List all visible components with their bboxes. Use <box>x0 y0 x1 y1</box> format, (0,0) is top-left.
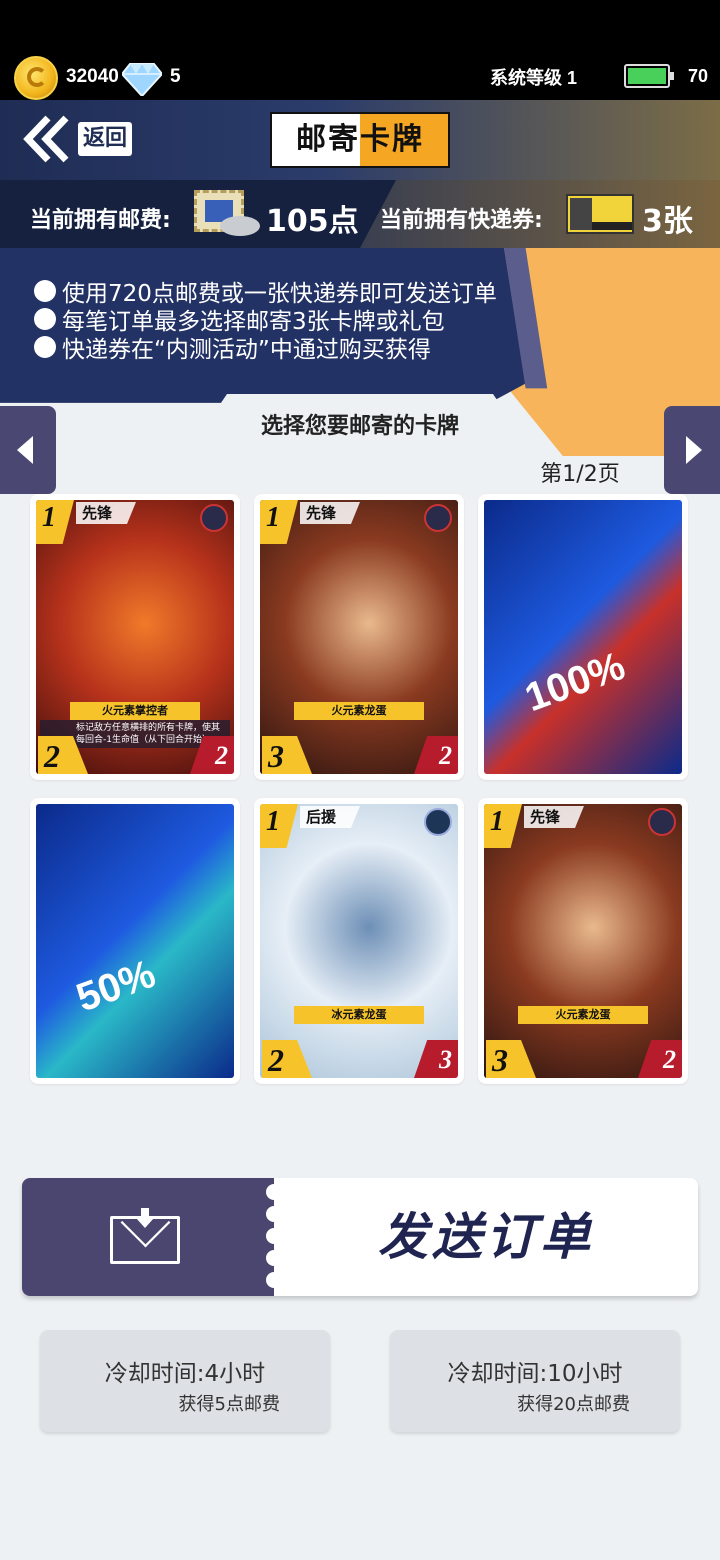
card-attack: 2 <box>262 1040 312 1078</box>
card-attack: 3 <box>486 1040 536 1078</box>
gold-coin-icon <box>14 56 58 100</box>
card-health: 3 <box>414 1040 458 1078</box>
header: 返回 邮寄卡牌 <box>0 100 720 180</box>
card-name: 火元素龙蛋 <box>518 1006 648 1024</box>
express-value: 3张 <box>642 204 693 239</box>
cooldown-title: 冷却时间:4小时 <box>104 1361 266 1387</box>
battery-icon <box>624 64 674 88</box>
express-ticket-icon <box>566 194 634 234</box>
card-artwork: 100% <box>484 500 682 774</box>
card-item[interactable]: 1 先锋火元素龙蛋 3 2 <box>478 798 688 1084</box>
card-artwork: 1 先锋 火元素掌控者 标记敌方任意横排的所有卡牌，使其每回合-1生命值（从下回合开始… <box>36 500 234 774</box>
diamond-icon <box>122 63 162 96</box>
notice-line: 快递券在“内测活动”中通过购买获得 <box>34 330 431 364</box>
fire-element-icon <box>200 504 228 532</box>
previous-page-button[interactable] <box>0 406 56 494</box>
back-button[interactable]: 返回 <box>22 114 142 164</box>
page-title-box: 邮寄卡牌 <box>270 112 450 168</box>
selector-label: 选择您要邮寄的卡牌 <box>260 414 459 439</box>
card-health: 2 <box>638 1040 682 1078</box>
coin-count: 32040 <box>66 66 119 87</box>
postage-label: 当前拥有邮费: <box>30 208 171 233</box>
card-item[interactable]: 1 后援冰元素龙蛋 2 3 <box>254 798 464 1084</box>
card-item[interactable]: 1 先锋 火元素掌控者 标记敌方任意横排的所有卡牌，使其每回合-1生命值（从下回合开始… <box>30 494 240 780</box>
back-label: 返回 <box>78 122 132 156</box>
pack-bonus-text: 50% <box>70 951 162 1021</box>
send-order-label: 发送订单 <box>378 1208 594 1266</box>
cooldown-10h-button[interactable]: 冷却时间:10小时 获得20点邮费 <box>390 1330 680 1432</box>
ice-element-icon <box>424 808 452 836</box>
card-artwork: 1 后援冰元素龙蛋 2 3 <box>260 804 458 1078</box>
card-role: 先锋 <box>76 502 136 524</box>
card-artwork: 1 先锋火元素龙蛋 3 2 <box>260 500 458 774</box>
card-pack-item[interactable]: 50% <box>30 798 240 1084</box>
send-icon-panel <box>22 1178 274 1296</box>
card-pack-item[interactable]: 100% <box>478 494 688 780</box>
system-level: 系统等级 1 <box>490 68 578 88</box>
card-name: 火元素掌控者 <box>70 702 200 720</box>
cooldown-reward: 获得5点邮费 <box>178 1394 280 1415</box>
cooldown-4h-button[interactable]: 冷却时间:4小时 获得5点邮费 <box>40 1330 330 1432</box>
page-title: 邮寄卡牌 <box>296 122 424 157</box>
fire-element-icon <box>424 504 452 532</box>
download-arrow-icon <box>136 1208 154 1228</box>
card-artwork: 1 先锋火元素龙蛋 3 2 <box>484 804 682 1078</box>
cooldown-reward: 获得20点邮费 <box>517 1394 630 1415</box>
send-order-button[interactable]: 发送订单 <box>22 1178 698 1296</box>
cooldown-title: 冷却时间:10小时 <box>447 1361 623 1387</box>
status-bar: 32040 5 系统等级 1 70 <box>0 0 720 100</box>
card-cost: 1 <box>266 806 280 837</box>
card-artwork: 50% <box>36 804 234 1078</box>
chevron-left-icon <box>17 436 33 464</box>
back-arrow-icon <box>23 115 69 163</box>
energy-count: 70 <box>688 66 709 86</box>
card-item[interactable]: 1 先锋火元素龙蛋 3 2 <box>254 494 464 780</box>
card-cost: 1 <box>42 502 56 533</box>
card-name: 冰元素龙蛋 <box>294 1006 424 1024</box>
postage-value: 105点 <box>266 204 359 239</box>
chevron-right-icon <box>686 436 702 464</box>
card-role: 后援 <box>300 806 360 828</box>
card-cost: 1 <box>490 806 504 837</box>
card-name: 火元素龙蛋 <box>294 702 424 720</box>
card-health: 2 <box>414 736 458 774</box>
page-indicator: 第1/2页 <box>540 462 620 487</box>
card-cost: 1 <box>266 502 280 533</box>
fire-element-icon <box>648 808 676 836</box>
card-role: 先锋 <box>524 806 584 828</box>
card-role: 先锋 <box>300 502 360 524</box>
silver-coins-icon <box>220 216 260 236</box>
pack-bonus-text: 100% <box>519 643 631 721</box>
card-attack: 3 <box>262 736 312 774</box>
next-page-button[interactable] <box>664 406 720 494</box>
express-label: 当前拥有快递券: <box>380 208 543 233</box>
gem-count: 5 <box>170 66 181 87</box>
